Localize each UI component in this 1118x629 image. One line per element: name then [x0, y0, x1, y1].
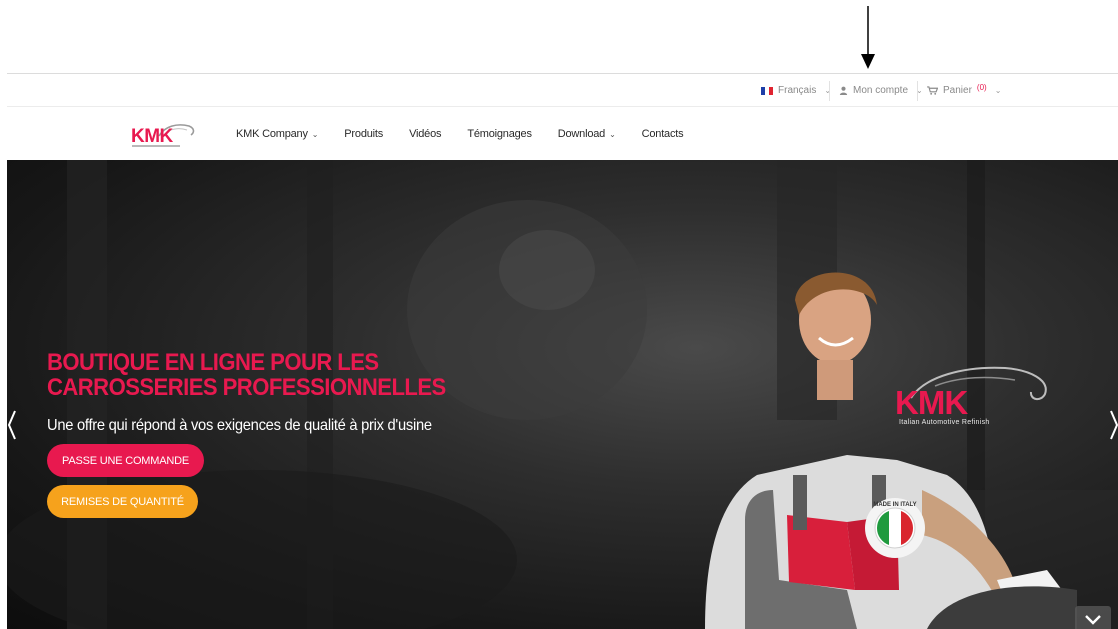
account-menu[interactable]: Mon compte ⌄	[839, 74, 923, 107]
hero-logo-tagline: Italian Automotive Refinish	[899, 419, 990, 426]
nav-item-label: KMK Company	[236, 127, 308, 140]
nav-item-kmk-company[interactable]: KMK Company ⌄	[236, 128, 318, 140]
hero-brand-logo: KMK Italian Automotive Refinish	[895, 358, 1047, 428]
account-label: Mon compte	[853, 85, 909, 96]
chevron-down-icon: ⌄	[824, 86, 832, 95]
scroll-down-button[interactable]	[1075, 606, 1111, 629]
cart-menu[interactable]: Panier (0) ⌄	[927, 74, 1001, 107]
pointer-arrow	[861, 6, 875, 69]
chevron-down-icon: ⌄	[311, 129, 319, 139]
top-utility-bar: Français ⌄ Mon compte ⌄ Panier (0) ⌄	[7, 73, 1118, 107]
nav-item-contacts[interactable]: Contacts	[642, 128, 684, 140]
language-label: Français	[778, 85, 817, 96]
nav-item-produits[interactable]: Produits	[344, 128, 383, 140]
divider	[917, 81, 918, 101]
nav-menu: KMK Company ⌄ Produits Vidéos Témoignages…	[236, 107, 709, 160]
cart-count-badge: (0)	[976, 83, 987, 92]
kmk-logo[interactable]: KMK	[131, 120, 195, 148]
cart-icon	[927, 86, 938, 95]
place-order-button[interactable]: PASSE UNE COMMANDE	[47, 444, 204, 477]
france-flag-icon	[761, 86, 773, 95]
cart-label: Panier	[943, 85, 972, 96]
slider-prev-arrow-icon[interactable]	[7, 405, 19, 445]
hero-subtitle: Une offre qui répond à vos exigences de …	[47, 417, 432, 434]
made-in-italy-badge: MADE IN ITALY	[865, 498, 925, 558]
main-navigation: KMK KMK Company ⌄ Produits Vidéos Témoign…	[7, 107, 1118, 160]
nav-item-videos[interactable]: Vidéos	[409, 128, 441, 140]
hero-slider: KMK Italian Automotive Refinish MADE IN …	[7, 160, 1118, 629]
logo-tagline-bar	[132, 145, 180, 147]
divider	[829, 81, 830, 101]
nav-item-label: Download	[557, 127, 606, 140]
chevron-down-icon	[1085, 615, 1101, 625]
chevron-down-icon: ⌄	[609, 129, 616, 139]
nav-item-download[interactable]: Download ⌄	[558, 128, 616, 140]
chevron-down-icon: ⌄	[994, 86, 1002, 95]
language-selector[interactable]: Français ⌄	[761, 74, 831, 107]
quantity-discounts-button[interactable]: REMISES DE QUANTITÉ	[47, 485, 198, 518]
slider-next-arrow-icon[interactable]	[1107, 405, 1118, 445]
nav-item-temoignages[interactable]: Témoignages	[467, 128, 532, 140]
badge-text: MADE IN ITALY	[873, 502, 916, 508]
mechanic-image	[705, 272, 1077, 629]
user-icon	[839, 86, 848, 95]
hero-title: BOUTIQUE EN LIGNE POUR LES CARROSSERIES …	[47, 349, 446, 401]
hero-logo-text: KMK	[895, 384, 968, 421]
